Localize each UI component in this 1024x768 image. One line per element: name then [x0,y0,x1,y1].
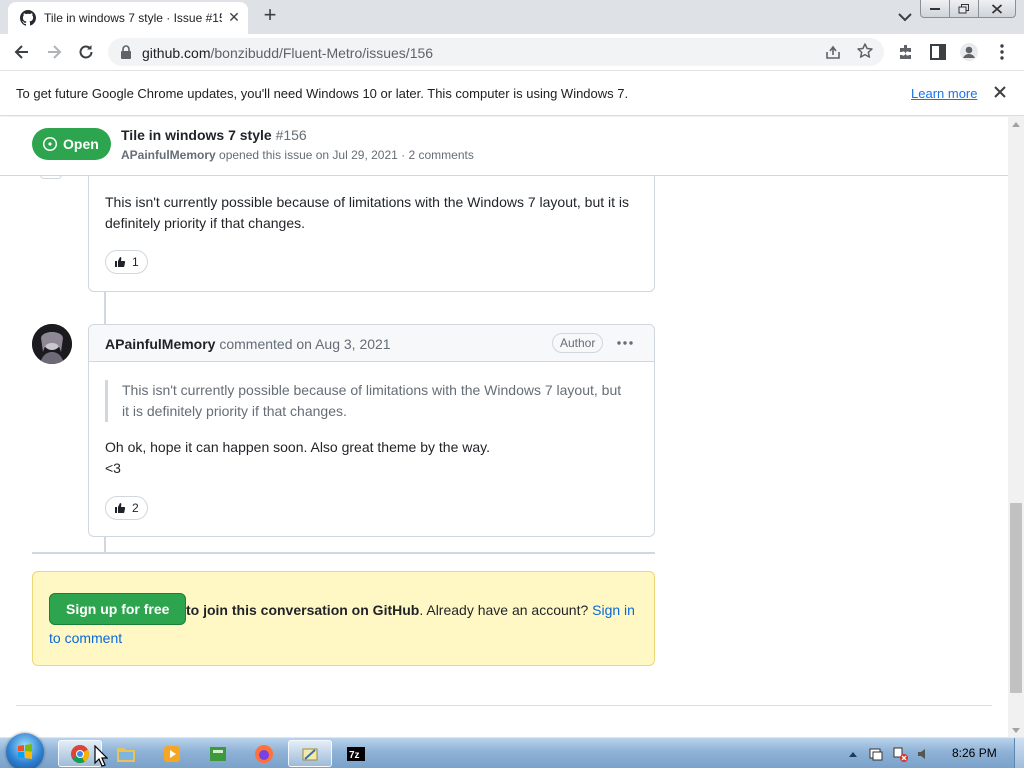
comment-timestamp[interactable]: commented on Aug 3, 2021 [215,336,390,352]
new-tab-button[interactable]: + [258,4,282,28]
comment-author-link[interactable]: APainfulMemory [105,336,215,352]
url-host: github.com [142,45,211,61]
taskbar-snipping[interactable] [288,740,332,767]
close-icon[interactable] [992,84,1008,100]
update-infobar: To get future Google Chrome updates, you… [0,71,1024,116]
reaction-count: 1 [132,255,139,269]
timeline-end-rule [32,552,655,554]
issue-meta: APainfulMemory opened this issue on Jul … [121,148,474,162]
vertical-scrollbar[interactable] [1008,117,1024,737]
scroll-up-arrow[interactable] [1012,122,1020,127]
snipping-tool-icon [302,748,318,760]
issue-open-icon [42,136,58,152]
folder-icon [117,747,135,762]
chevron-down-icon[interactable] [895,8,915,26]
timeline-connector [104,292,106,325]
close-tab-icon[interactable]: ✕ [226,9,242,25]
browser-toolbar: github.com/bonzibudd/Fluent-Metro/issues… [0,34,1024,71]
forward-icon[interactable] [44,42,64,62]
svg-text:7z: 7z [349,750,360,761]
learn-more-link[interactable]: Learn more [911,86,977,101]
thumbs-up-icon [115,503,126,513]
show-hidden-icons-icon[interactable] [848,750,858,758]
start-button[interactable] [6,733,44,768]
timeline-connector [104,537,106,552]
reaction-button[interactable]: 2 [105,496,148,520]
comment-header: APainfulMemory commented on Aug 3, 2021 … [89,325,654,362]
comment-body: Oh ok, hope it can happen soon. Also gre… [105,437,490,479]
page-content: Open Tile in windows 7 style #156 APainf… [0,117,1008,737]
join-text: to join this conversation on GitHub [186,602,420,618]
volume-icon[interactable] [916,746,932,762]
tab-title: Tile in windows 7 style · Issue #156 · b… [44,11,222,25]
comment-body-line: <3 [105,460,121,476]
menu-icon[interactable] [992,42,1012,62]
url-path: /bonzibudd/Fluent-Metro/issues/156 [210,45,434,61]
thumbs-up-icon [115,257,126,267]
sign-up-button[interactable]: Sign up for free [49,593,187,625]
comment-card: This isn't currently possible because of… [88,157,655,292]
issue-sticky-header: Open Tile in windows 7 style #156 APainf… [0,117,1008,176]
extensions-icon[interactable] [896,42,916,62]
comment-author-line: APainfulMemory commented on Aug 3, 2021 [105,336,391,352]
browser-tab[interactable]: Tile in windows 7 style · Issue #156 · b… [8,2,248,34]
network-icon[interactable] [892,746,908,762]
issue-number: #156 [275,127,307,143]
windows-taskbar: 7z 8:26 PM [0,733,1024,768]
kebab-icon[interactable] [615,335,635,351]
close-window-button[interactable] [979,0,1015,17]
avatar[interactable] [32,324,72,364]
scroll-down-arrow[interactable] [1012,728,1020,733]
comment-body: This isn't currently possible because of… [105,194,630,231]
author-badge: Author [552,333,604,353]
minimize-button[interactable] [921,0,950,17]
sidepanel-icon[interactable] [928,42,948,62]
taskbar-clock[interactable]: 8:26 PM [952,746,997,760]
github-icon [20,10,36,26]
footer-divider [16,705,992,706]
window-controls [920,0,1016,18]
comment-body-line: Oh ok, hope it can happen soon. Also gre… [105,439,490,455]
reaction-button[interactable]: 1 [105,250,148,274]
address-bar[interactable]: github.com/bonzibudd/Fluent-Metro/issues… [108,38,884,66]
reload-icon[interactable] [76,42,96,62]
show-desktop-button[interactable] [1014,738,1024,768]
signup-prompt: to join this conversation on GitHub. Alr… [32,571,655,666]
issue-title[interactable]: Tile in windows 7 style #156 [121,127,307,143]
lock-icon[interactable] [120,45,132,59]
issue-state-label: Open [63,136,99,152]
app-icon [210,746,226,761]
reaction-count: 2 [132,501,139,515]
taskbar-7zip[interactable]: 7z [334,740,378,767]
quoted-reply: This isn't currently possible because of… [105,380,625,422]
share-icon[interactable] [824,43,842,61]
issue-author-link[interactable]: APainfulMemory [121,148,216,162]
taskbar-firefox[interactable] [242,740,286,767]
media-player-icon [164,745,180,762]
firefox-icon [255,744,273,763]
account-text: . Already have an account? [419,602,593,618]
windows-logo-icon [18,744,32,759]
profile-icon[interactable] [959,42,979,62]
comment-card: APainfulMemory commented on Aug 3, 2021 … [88,324,655,537]
restore-button[interactable] [950,0,979,17]
back-icon[interactable] [12,42,32,62]
tab-strip: Tile in windows 7 style · Issue #156 · b… [0,0,1024,34]
issue-state-badge: Open [32,128,111,160]
chrome-icon [71,744,90,763]
url-text[interactable]: github.com/bonzibudd/Fluent-Metro/issues… [142,45,433,61]
7zip-icon: 7z [347,746,365,761]
scroll-thumb[interactable] [1010,503,1022,693]
taskbar-explorer[interactable] [104,740,148,767]
action-center-icon[interactable] [868,746,884,762]
issue-title-text: Tile in windows 7 style [121,127,272,143]
star-icon[interactable] [856,42,874,60]
issue-meta-text: opened this issue on Jul 29, 2021 · 2 co… [215,148,474,162]
infobar-message: To get future Google Chrome updates, you… [16,86,629,101]
mouse-cursor-icon [94,745,108,767]
taskbar-media-player[interactable] [150,740,194,767]
taskbar-calculator[interactable] [196,740,240,767]
